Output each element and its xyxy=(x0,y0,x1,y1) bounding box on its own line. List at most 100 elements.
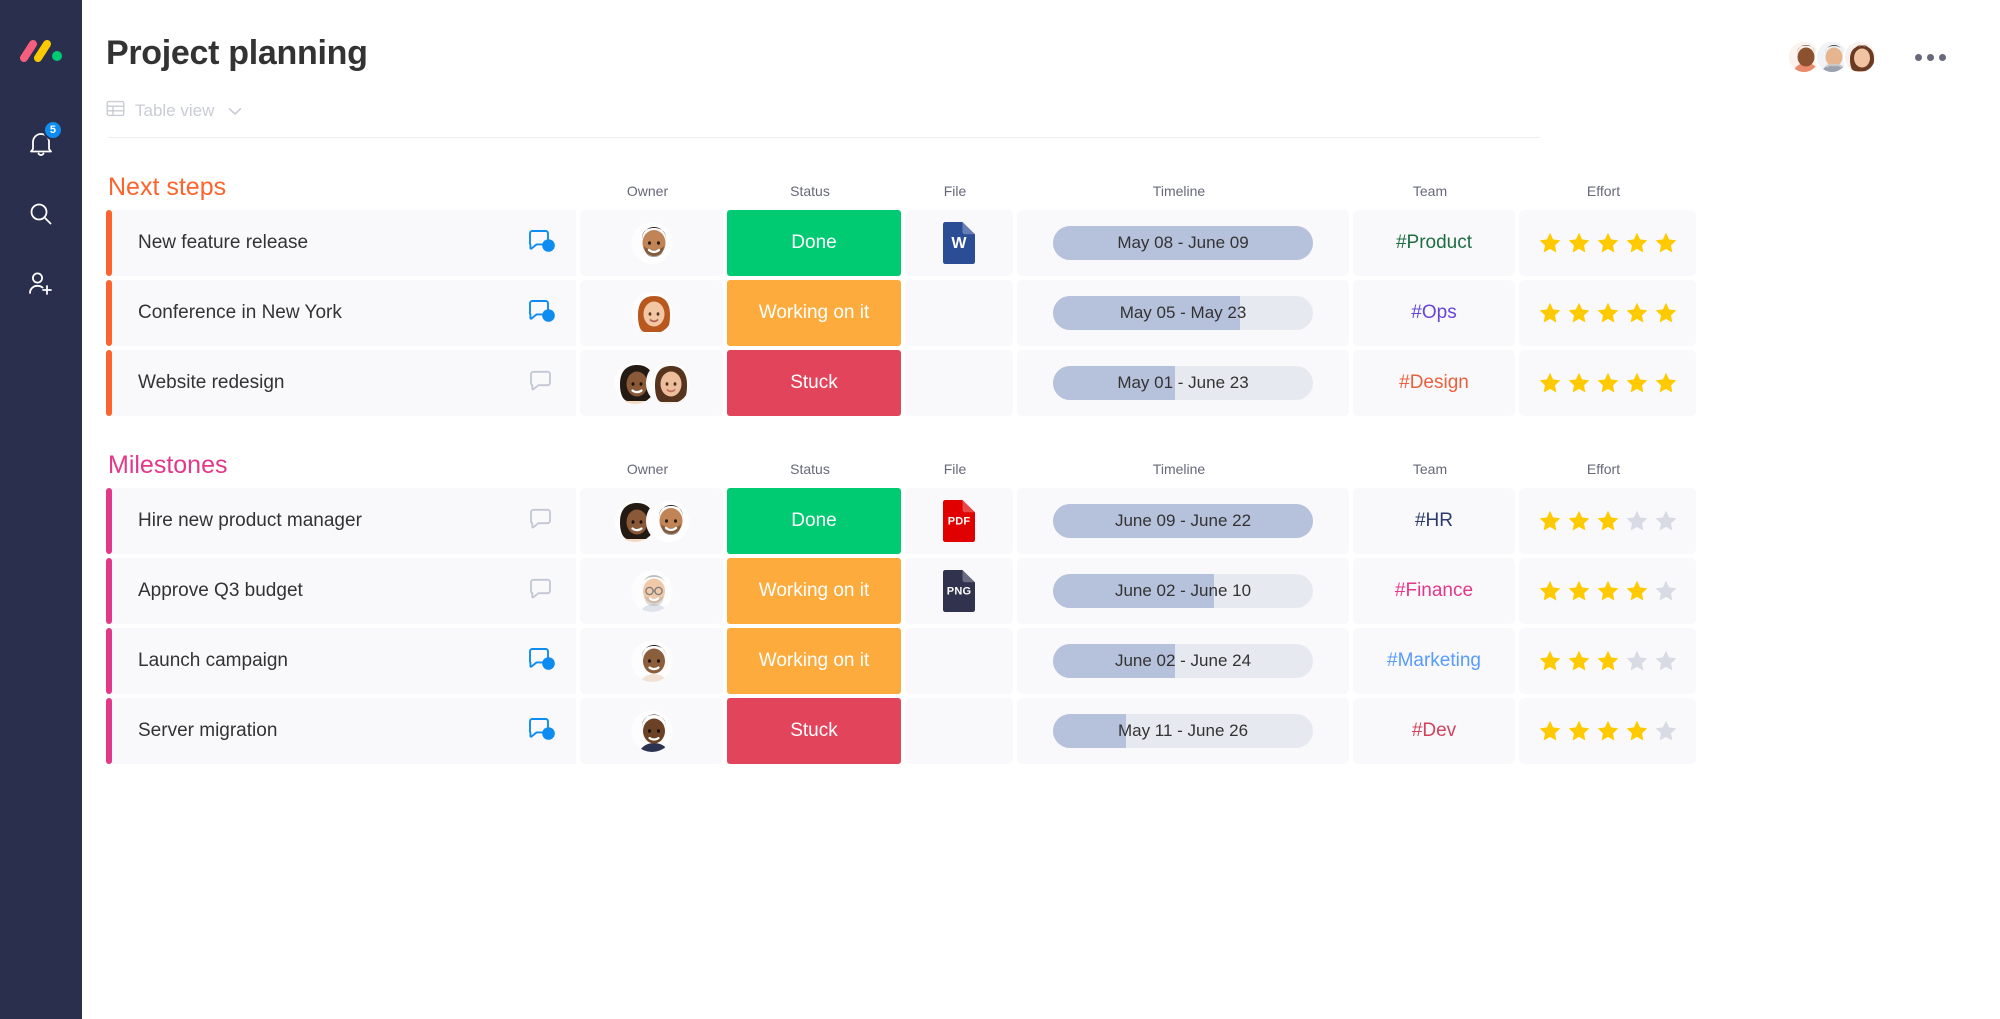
status-badge[interactable]: Working on it xyxy=(727,558,901,624)
view-selector[interactable]: Table view xyxy=(106,99,242,123)
owner-cell[interactable] xyxy=(580,628,723,694)
effort-cell[interactable] xyxy=(1519,488,1696,554)
timeline-cell[interactable]: June 09 - June 22 xyxy=(1017,488,1349,554)
table-row[interactable]: New feature release Done W May 08 - June 09… xyxy=(106,210,1946,276)
owner-avatars[interactable] xyxy=(628,638,675,684)
star-icon-filled[interactable] xyxy=(1538,509,1562,533)
chat-icon[interactable] xyxy=(528,578,556,604)
effort-rating[interactable] xyxy=(1538,509,1678,533)
effort-rating[interactable] xyxy=(1538,231,1678,255)
avatar[interactable] xyxy=(645,360,692,406)
avatar[interactable] xyxy=(628,708,675,754)
group-title[interactable]: Milestones xyxy=(106,451,576,480)
effort-cell[interactable] xyxy=(1519,350,1696,416)
star-icon-filled[interactable] xyxy=(1567,579,1591,603)
avatar[interactable] xyxy=(1843,40,1877,74)
owner-cell[interactable] xyxy=(580,350,723,416)
star-icon-filled[interactable] xyxy=(1538,301,1562,325)
effort-rating[interactable] xyxy=(1538,371,1678,395)
team-tag[interactable]: #Marketing xyxy=(1387,650,1481,672)
sidebar-item-notifications[interactable]: 5 xyxy=(18,120,64,167)
team-tag[interactable]: #HR xyxy=(1415,510,1453,532)
timeline-cell[interactable]: May 01 - June 23 xyxy=(1017,350,1349,416)
effort-rating[interactable] xyxy=(1538,579,1678,603)
file-cell[interactable] xyxy=(905,628,1013,694)
task-name-cell[interactable]: Conference in New York xyxy=(106,280,576,346)
group-title[interactable]: Next steps xyxy=(106,173,576,202)
star-icon-filled[interactable] xyxy=(1567,649,1591,673)
timeline-bar[interactable]: May 08 - June 09 xyxy=(1053,226,1313,260)
table-row[interactable]: Approve Q3 budget Working on it PNG June 02… xyxy=(106,558,1946,624)
timeline-cell[interactable]: May 11 - June 26 xyxy=(1017,698,1349,764)
chat-icon-unread[interactable] xyxy=(528,300,556,326)
effort-rating[interactable] xyxy=(1538,719,1678,743)
owner-cell[interactable] xyxy=(580,210,723,276)
owner-avatars[interactable] xyxy=(628,220,675,266)
column-header-file[interactable]: File xyxy=(901,183,1009,202)
star-icon-filled[interactable] xyxy=(1654,301,1678,325)
table-row[interactable]: Hire new product manager Done PDF June 09 -… xyxy=(106,488,1946,554)
sidebar-item-invite-members[interactable] xyxy=(18,261,64,307)
star-icon-filled[interactable] xyxy=(1538,649,1562,673)
team-cell[interactable]: #Design xyxy=(1353,350,1515,416)
star-icon-filled[interactable] xyxy=(1567,301,1591,325)
team-cell[interactable]: #Dev xyxy=(1353,698,1515,764)
chat-icon[interactable] xyxy=(528,508,556,534)
column-header-owner[interactable]: Owner xyxy=(576,461,719,480)
owner-cell[interactable] xyxy=(580,280,723,346)
status-badge[interactable]: Done xyxy=(727,210,901,276)
effort-cell[interactable] xyxy=(1519,698,1696,764)
column-header-owner[interactable]: Owner xyxy=(576,183,719,202)
timeline-bar[interactable]: May 05 - May 23 xyxy=(1053,296,1313,330)
team-tag[interactable]: #Ops xyxy=(1411,302,1456,324)
star-icon-filled[interactable] xyxy=(1538,371,1562,395)
table-row[interactable]: Website redesign Stuck May 01 - June 23 #De… xyxy=(106,350,1946,416)
timeline-bar[interactable]: June 02 - June 24 xyxy=(1053,644,1313,678)
team-tag[interactable]: #Design xyxy=(1399,372,1469,394)
avatar[interactable] xyxy=(628,638,675,684)
column-header-timeline[interactable]: Timeline xyxy=(1013,183,1345,202)
column-header-timeline[interactable]: Timeline xyxy=(1013,461,1345,480)
team-tag[interactable]: #Product xyxy=(1396,232,1472,254)
star-icon-filled[interactable] xyxy=(1596,301,1620,325)
status-badge[interactable]: Stuck xyxy=(727,698,901,764)
owner-avatars[interactable] xyxy=(611,360,692,406)
status-cell[interactable]: Stuck xyxy=(727,350,901,416)
effort-cell[interactable] xyxy=(1519,628,1696,694)
effort-cell[interactable] xyxy=(1519,210,1696,276)
task-name-cell[interactable]: Hire new product manager xyxy=(106,488,576,554)
file-icon-png[interactable]: PNG xyxy=(941,569,977,613)
status-cell[interactable]: Done xyxy=(727,488,901,554)
effort-rating[interactable] xyxy=(1538,301,1678,325)
column-header-status[interactable]: Status xyxy=(723,461,897,480)
status-cell[interactable]: Working on it xyxy=(727,628,901,694)
team-cell[interactable]: #Finance xyxy=(1353,558,1515,624)
avatar[interactable] xyxy=(628,220,675,266)
timeline-bar[interactable]: May 11 - June 26 xyxy=(1053,714,1313,748)
task-name-cell[interactable]: Launch campaign xyxy=(106,628,576,694)
chat-icon-unread[interactable] xyxy=(528,230,556,256)
timeline-cell[interactable]: June 02 - June 24 xyxy=(1017,628,1349,694)
team-cell[interactable]: #Ops xyxy=(1353,280,1515,346)
owner-avatars[interactable] xyxy=(611,498,692,544)
task-name-cell[interactable]: Server migration xyxy=(106,698,576,764)
star-icon-empty[interactable] xyxy=(1625,649,1649,673)
avatar[interactable] xyxy=(628,290,675,336)
star-icon-filled[interactable] xyxy=(1625,719,1649,743)
star-icon-filled[interactable] xyxy=(1654,371,1678,395)
star-icon-filled[interactable] xyxy=(1596,231,1620,255)
team-cell[interactable]: #HR xyxy=(1353,488,1515,554)
owner-cell[interactable] xyxy=(580,558,723,624)
timeline-cell[interactable]: May 05 - May 23 xyxy=(1017,280,1349,346)
star-icon-filled[interactable] xyxy=(1625,231,1649,255)
timeline-bar[interactable]: May 01 - June 23 xyxy=(1053,366,1313,400)
owner-avatars[interactable] xyxy=(628,568,675,614)
effort-cell[interactable] xyxy=(1519,280,1696,346)
timeline-bar[interactable]: June 09 - June 22 xyxy=(1053,504,1313,538)
file-cell[interactable] xyxy=(905,698,1013,764)
column-header-team[interactable]: Team xyxy=(1349,461,1511,480)
timeline-cell[interactable]: June 02 - June 10 xyxy=(1017,558,1349,624)
star-icon-filled[interactable] xyxy=(1567,509,1591,533)
monday-logo[interactable] xyxy=(19,38,63,69)
star-icon-filled[interactable] xyxy=(1538,579,1562,603)
